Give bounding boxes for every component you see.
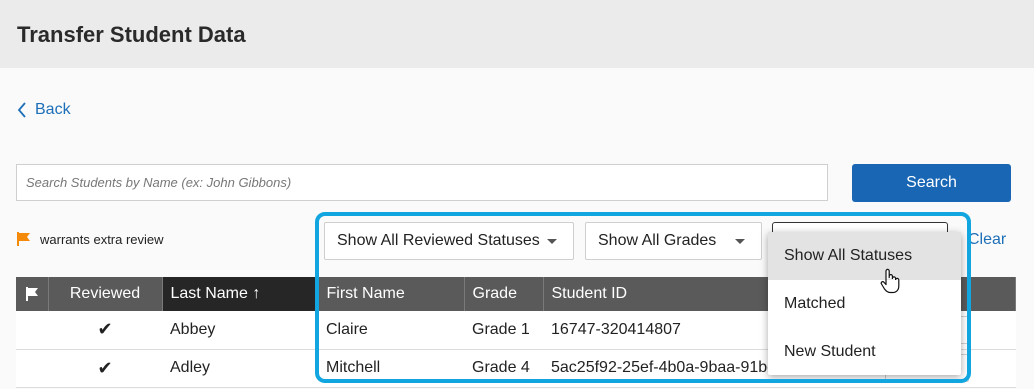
status-option[interactable]: New Student [768,328,961,376]
last-name-column-header[interactable]: Last Name ↑ [162,277,319,311]
grade-value: Show All Grades [598,232,717,249]
chevron-left-icon [17,102,26,118]
back-link[interactable]: Back [17,101,71,119]
flag-icon [17,232,30,246]
reviewed-status-select[interactable]: Show All Reviewed Statuses [324,222,574,260]
last-name-cell: Abbey [162,311,318,350]
clear-link[interactable]: Clear [968,231,1006,249]
reviewed-status-value: Show All Reviewed Statuses [337,232,540,249]
flag-column-header[interactable] [16,277,49,311]
page-title: Transfer Student Data [17,22,246,47]
search-button[interactable]: Search [852,164,1011,202]
reviewed-check-icon: ✔ [48,349,162,388]
back-label: Back [35,101,71,118]
first-name-cell: Mitchell [318,349,464,388]
status-option[interactable]: Matched [768,280,961,328]
search-input[interactable] [16,164,828,201]
flag-cell [16,349,48,388]
last-name-cell: Adley [162,349,318,388]
status-dropdown-menu: Show All Statuses Matched New Student [768,232,961,375]
flag-cell [16,311,48,350]
review-legend: warrants extra review [16,231,164,247]
first-name-column-header[interactable]: First Name [318,277,465,311]
grade-select[interactable]: Show All Grades [585,222,762,260]
grade-cell: Grade 1 [464,311,543,350]
grade-column-header[interactable]: Grade [464,277,544,311]
reviewed-check-icon: ✔ [48,311,162,350]
top-bar: Transfer Student Data [0,0,1034,68]
reviewed-column-header[interactable]: Reviewed [48,277,163,311]
hand-cursor-icon [880,268,900,294]
caret-down-icon [735,239,745,244]
caret-down-icon [547,239,557,244]
legend-text: warrants extra review [40,231,164,247]
flag-icon [25,286,38,301]
first-name-cell: Claire [318,311,464,350]
grade-cell: Grade 4 [464,349,543,388]
status-option[interactable]: Show All Statuses [768,232,961,280]
